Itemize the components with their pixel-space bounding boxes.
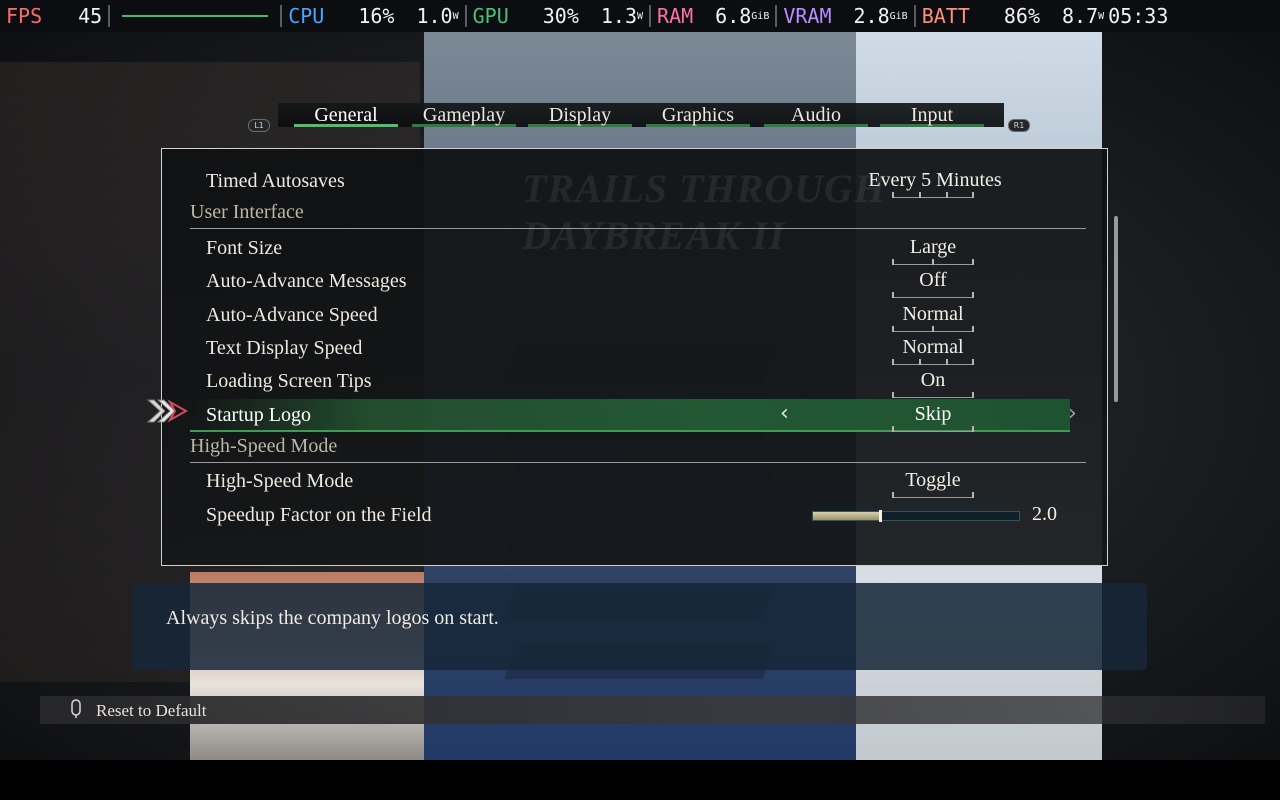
divider: [108, 5, 111, 27]
gib-unit: GiB: [889, 10, 908, 22]
setting-label: High-Speed Mode: [206, 470, 354, 492]
slider-value: 2.0: [1032, 503, 1057, 525]
watt-unit: W: [637, 10, 644, 22]
tab-audio[interactable]: Audio: [764, 103, 868, 127]
gib-unit: GiB: [751, 10, 770, 22]
setting-value: Toggle: [905, 469, 961, 491]
l1-bumper-icon[interactable]: L1: [248, 119, 270, 132]
divider: [775, 5, 778, 27]
settings-tab-bar: L1 General Gameplay Display Graphics Aud…: [248, 101, 1034, 132]
setting-label: Startup Logo: [206, 404, 311, 426]
description-text: Always skips the company logos on start.: [166, 607, 499, 629]
setting-value: Skip: [914, 403, 952, 425]
slider-fill: [813, 512, 881, 520]
setting-label: Auto-Advance Speed: [206, 304, 378, 326]
reset-to-default-button[interactable]: Reset to Default: [96, 701, 206, 721]
clock: 05:33: [1108, 4, 1169, 28]
setting-label: Auto-Advance Messages: [206, 270, 407, 292]
setting-text-display-speed[interactable]: Text Display Speed Normal: [190, 332, 1070, 365]
divider: [649, 5, 652, 27]
setting-value: Normal: [902, 303, 964, 325]
setting-label: Speedup Factor on the Field: [206, 504, 432, 526]
gpu-label: GPU: [472, 4, 509, 28]
cpu-percent: 16%: [358, 4, 395, 28]
setting-value: Large: [909, 236, 957, 258]
watt-unit: W: [452, 10, 459, 22]
setting-loading-screen-tips[interactable]: Loading Screen Tips On: [190, 365, 1070, 398]
fps-value: 45: [78, 4, 103, 28]
chevron-right-icon[interactable]: ›: [1068, 401, 1077, 426]
setting-value: Normal: [902, 336, 964, 358]
divider: [280, 5, 283, 27]
fps-graph: [122, 15, 269, 17]
selection-cursor-icon: [146, 399, 189, 423]
fps-label: FPS: [6, 4, 43, 28]
option-ticks: [892, 292, 974, 298]
r1-bumper-icon[interactable]: R1: [1008, 119, 1030, 132]
tab-graphics[interactable]: Graphics: [646, 103, 750, 127]
cpu-watts: 1.0: [416, 4, 453, 28]
section-title: High-Speed Mode: [190, 435, 338, 457]
battery-watts: 8.7: [1062, 4, 1099, 28]
setting-startup-logo[interactable]: Startup Logo ‹ Skip ›: [190, 399, 1077, 432]
performance-overlay: FPS 45 CPU 16% 1.0 W GPU 30% 1.3 W RAM 6.8…: [0, 0, 1280, 32]
chevron-left-icon[interactable]: ‹: [780, 401, 789, 426]
section-header-user-interface: User Interface: [190, 197, 1086, 229]
stick-press-icon: [71, 699, 81, 718]
divider: [913, 5, 916, 27]
gpu-watts: 1.3: [600, 4, 637, 28]
setting-label: Timed Autosaves: [206, 170, 345, 192]
vram-label: VRAM: [783, 4, 832, 28]
settings-panel: TRAILS THROUGH DAYBREAK II Timed Autosav…: [161, 148, 1108, 566]
setting-speedup-factor[interactable]: Speedup Factor on the Field 2.0: [190, 499, 1070, 532]
option-ticks: [892, 492, 974, 498]
setting-font-size[interactable]: Font Size Large: [190, 232, 1070, 265]
setting-label: Text Display Speed: [206, 337, 363, 359]
setting-label: Loading Screen Tips: [206, 370, 372, 392]
description-box: Always skips the company logos on start.: [132, 583, 1147, 670]
speedup-slider[interactable]: [812, 510, 1020, 522]
battery-percent: 86%: [1003, 4, 1040, 28]
option-ticks: [892, 392, 974, 398]
section-title: User Interface: [190, 201, 304, 223]
divider: [464, 5, 467, 27]
setting-value: On: [920, 369, 946, 391]
ram-label: RAM: [657, 4, 694, 28]
tab-general[interactable]: General: [294, 103, 398, 127]
setting-timed-autosaves[interactable]: Timed Autosaves Every 5 Minutes: [190, 165, 1070, 198]
cpu-label: CPU: [288, 4, 325, 28]
tab-display[interactable]: Display: [528, 103, 632, 127]
vram-value: 2.8: [853, 4, 890, 28]
hint-bar: Reset to Default: [40, 696, 1265, 724]
setting-label: Font Size: [206, 237, 283, 259]
ram-value: 6.8: [715, 4, 752, 28]
setting-high-speed-mode[interactable]: High-Speed Mode Toggle: [190, 465, 1070, 498]
tab-gameplay[interactable]: Gameplay: [412, 103, 516, 127]
battery-label: BATT: [921, 4, 970, 28]
watt-unit: W: [1098, 10, 1105, 22]
setting-value: Off: [919, 269, 947, 291]
setting-auto-advance-messages[interactable]: Auto-Advance Messages Off: [190, 265, 1070, 298]
section-header-high-speed-mode: High-Speed Mode: [190, 431, 1086, 463]
slider-knob[interactable]: [878, 510, 882, 522]
setting-auto-advance-speed[interactable]: Auto-Advance Speed Normal: [190, 299, 1070, 332]
tab-input[interactable]: Input: [880, 103, 984, 127]
setting-value: Every 5 Minutes: [868, 169, 1002, 191]
scrollbar[interactable]: [1114, 216, 1118, 402]
gpu-percent: 30%: [542, 4, 579, 28]
